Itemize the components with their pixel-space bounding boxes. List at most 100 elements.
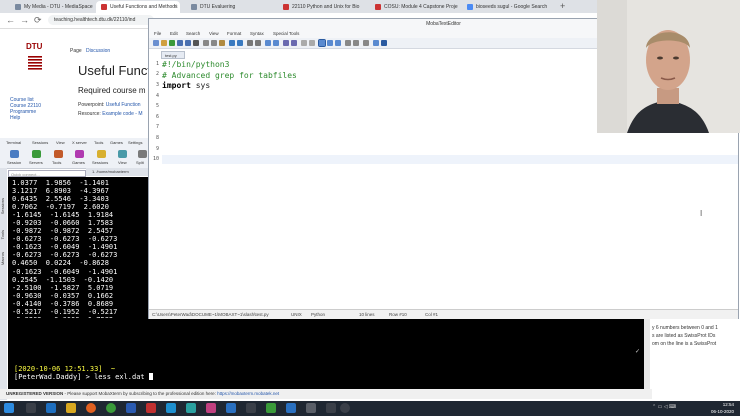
servers-icon[interactable] <box>32 150 41 158</box>
zoom-icon[interactable] <box>301 40 307 46</box>
terminal-prompt-area[interactable]: [2020-10-06 12:51.33] ~ [PeterWad.Daddy]… <box>8 318 644 389</box>
resource-link[interactable]: Example code - M <box>102 111 142 117</box>
reload-icon[interactable]: ⟳ <box>34 15 42 26</box>
taskbar-clock[interactable]: 12:54 06-10-2020 <box>711 401 734 415</box>
indent-icon[interactable] <box>265 40 271 46</box>
menu-file[interactable]: File <box>154 30 161 38</box>
terminal-line: -0.6273 -0.6273 -0.6273 <box>12 235 118 244</box>
menu-xserver[interactable]: X server <box>72 140 87 145</box>
status-syntax: Python <box>311 312 326 317</box>
browser-tab[interactable]: DTU Evaluering <box>186 1 274 13</box>
word-icon[interactable] <box>126 403 136 413</box>
terminal-scrollbar[interactable] <box>644 318 650 389</box>
search-icon[interactable] <box>26 403 36 413</box>
system-tray-icons[interactable]: ⌃ ▭ ◁ ⌨ <box>652 404 676 410</box>
excel-icon[interactable] <box>266 403 276 413</box>
view-icon[interactable] <box>118 150 127 158</box>
wrap-icon[interactable] <box>309 40 315 46</box>
list-icon[interactable] <box>363 40 369 46</box>
sidebar-link[interactable]: Help <box>10 115 41 121</box>
menu-view[interactable]: View <box>209 30 219 38</box>
app-icon[interactable] <box>326 403 336 413</box>
forward-icon[interactable]: → <box>20 15 29 25</box>
split-view-icon[interactable] <box>353 40 359 46</box>
resource-line: Resource: Example code - M <box>78 111 143 117</box>
mobaxterm-icon[interactable] <box>306 403 316 413</box>
windows-start-icon[interactable] <box>4 403 14 413</box>
menu-format[interactable]: Format <box>227 30 241 38</box>
quick-connect-input[interactable]: Quick connect... <box>8 170 86 177</box>
tab-discussion[interactable]: Discussion <box>86 48 110 54</box>
back-icon[interactable]: ← <box>6 15 15 25</box>
sessions-star-icon[interactable] <box>97 150 106 158</box>
menu-games[interactable]: Games <box>110 140 123 145</box>
browser-tab[interactable]: COSU: Module 4 Capstone Proje <box>370 1 458 13</box>
file-explorer-icon[interactable] <box>66 403 76 413</box>
settings-icon[interactable] <box>327 40 333 46</box>
edge-icon[interactable] <box>46 403 56 413</box>
close-tab-icon[interactable]: × <box>173 1 177 13</box>
browser-tab[interactable]: 22110 Python and Unix for Bio <box>278 1 366 13</box>
copy-icon[interactable] <box>211 40 217 46</box>
find-icon[interactable] <box>247 40 253 46</box>
menu-settings[interactable]: Settings <box>128 140 142 145</box>
save-icon[interactable] <box>177 40 183 46</box>
subscribe-link[interactable]: https://mobaxterm.mobatek.net <box>217 391 279 396</box>
chrome-icon[interactable] <box>106 403 116 413</box>
side-tab-tools[interactable]: Tools <box>0 230 7 239</box>
save-as-icon[interactable] <box>185 40 191 46</box>
menu-edit[interactable]: Edit <box>170 30 178 38</box>
redo-icon[interactable] <box>237 40 243 46</box>
toggle-icon[interactable] <box>291 40 297 46</box>
reload-icon[interactable] <box>169 40 175 46</box>
split-icon[interactable] <box>138 150 147 158</box>
terminal-line: -0.5217 -0.1952 -0.5217 <box>12 307 118 316</box>
session-icon[interactable] <box>10 150 19 158</box>
teams-icon[interactable] <box>186 403 196 413</box>
browser-tab[interactable]: bioseeds sugul - Google Search <box>462 1 554 13</box>
code-area[interactable]: #!/bin/python3 # Advanced grep for tabfil… <box>162 60 297 92</box>
editor-file-tab[interactable]: test.py <box>161 51 185 59</box>
menu-special-tools[interactable]: Special Tools <box>273 30 299 38</box>
menu-view[interactable]: View <box>56 140 65 145</box>
app-icon[interactable] <box>286 403 296 413</box>
obs-icon[interactable] <box>340 403 350 413</box>
menu-sessions[interactable]: Sessions <box>32 140 48 145</box>
browser-tab[interactable]: My Media - DTU - MediaSpace <box>10 1 94 13</box>
print-icon[interactable] <box>193 40 199 46</box>
menu-search[interactable]: Search <box>186 30 200 38</box>
new-tab-button[interactable]: + <box>560 1 565 11</box>
app-icon[interactable] <box>206 403 216 413</box>
games-icon[interactable] <box>75 150 84 158</box>
powerpoint-icon[interactable] <box>146 403 156 413</box>
help-icon[interactable] <box>381 40 387 46</box>
notes-icon[interactable] <box>246 403 256 413</box>
cut-icon[interactable] <box>203 40 209 46</box>
clock-time: 12:54 <box>722 402 734 407</box>
bookmark-icon[interactable] <box>283 40 289 46</box>
undo-icon[interactable] <box>229 40 235 46</box>
open-folder-icon[interactable] <box>161 40 167 46</box>
menu-syntax[interactable]: Syntax <box>250 30 264 38</box>
address-bar[interactable]: teaching.healthtech.dtu.dk/22110/ind <box>48 15 154 25</box>
menu-terminal[interactable]: Terminal <box>6 140 21 145</box>
side-tab-sessions[interactable]: Sessions <box>0 198 7 214</box>
tools-icon[interactable] <box>54 150 63 158</box>
outdent-icon[interactable] <box>273 40 279 46</box>
fullscreen-icon[interactable] <box>345 40 351 46</box>
skype-icon[interactable] <box>166 403 176 413</box>
menu-tools[interactable]: Tools <box>94 140 103 145</box>
replace-icon[interactable] <box>255 40 261 46</box>
macro-icon[interactable] <box>335 40 341 46</box>
compare-icon[interactable] <box>373 40 379 46</box>
new-file-icon[interactable] <box>153 40 159 46</box>
terminal-tab[interactable]: 1. /home/mobaxterm <box>92 169 129 174</box>
powerpoint-link[interactable]: Useful Function <box>106 102 141 108</box>
syntax-icon[interactable] <box>318 39 326 47</box>
browser-tab-active[interactable]: Useful Functions and Methods × <box>96 1 180 13</box>
firefox-icon[interactable] <box>86 403 96 413</box>
paste-icon[interactable] <box>219 40 225 46</box>
tab-page[interactable]: Page <box>70 48 82 54</box>
outlook-icon[interactable] <box>226 403 236 413</box>
side-tab-macros[interactable]: Macros <box>0 252 7 265</box>
